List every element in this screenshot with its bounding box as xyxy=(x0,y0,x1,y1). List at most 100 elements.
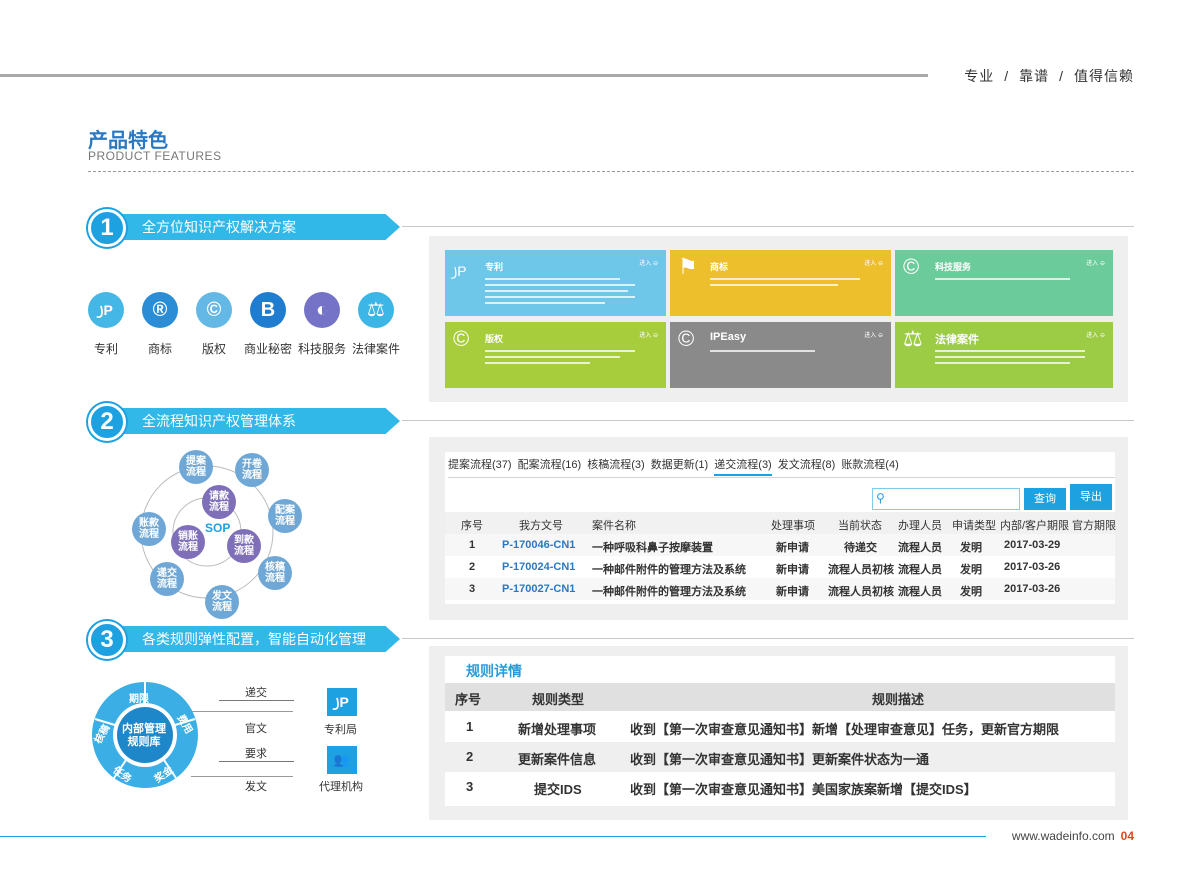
arrow-left xyxy=(191,776,293,777)
flow-node-writeoff: 销账 流程 xyxy=(171,525,205,559)
tab-divider xyxy=(448,477,1115,478)
planet-icon: ◐ xyxy=(304,292,340,328)
tile-text-lines xyxy=(935,278,1085,284)
rules-row: 1 新增处理事项 收到【第一次审查意见通知书】新增【处理审查意见】任务，更新官方… xyxy=(466,719,1060,737)
website: www.wadeinfo.com xyxy=(1011,829,1115,843)
label-official-doc: 官文 xyxy=(245,723,267,735)
registered-icon: ® xyxy=(142,292,178,328)
table-row: 3 xyxy=(469,583,476,595)
tab-data-update[interactable]: 数据更新(1) xyxy=(651,459,708,471)
section-2-rule xyxy=(402,420,1134,421)
enter-link[interactable]: 进入 ⊖ xyxy=(864,258,883,267)
tab-assign[interactable]: 配案流程(16) xyxy=(518,459,582,471)
enter-link[interactable]: 进入 ⊖ xyxy=(864,330,883,339)
slogan: 专业 / 靠谱 / 值得信赖 xyxy=(964,68,1134,84)
tab-dispatch[interactable]: 发文流程(8) xyxy=(778,459,835,471)
table-row: 2 xyxy=(469,561,476,573)
section-1-title: 全方位知识产权解决方案 xyxy=(110,214,400,240)
arrow-right xyxy=(219,761,294,762)
arrow-right xyxy=(219,700,294,701)
page-number: 04 xyxy=(1120,829,1134,843)
tab-account[interactable]: 账款流程(4) xyxy=(841,459,898,471)
search-input[interactable]: ⚲ xyxy=(872,488,1020,510)
ip-type-tech-service: ◐ 科技服务 xyxy=(292,292,352,357)
section-1-rule xyxy=(402,226,1134,227)
enter-link[interactable]: 进入 ⊖ xyxy=(1086,258,1105,267)
case-link[interactable]: P-170027-CN1 xyxy=(502,583,575,595)
tile-text-lines xyxy=(485,350,635,368)
agency-label: 代理机构 xyxy=(319,781,363,793)
label-dispatch: 发文 xyxy=(245,781,267,793)
case-link[interactable]: P-170024-CN1 xyxy=(502,561,575,573)
section-3-number: 3 xyxy=(88,621,126,659)
flow-node-proposal: 提案 流程 xyxy=(179,450,213,484)
ring-segment-deadline: 期限 xyxy=(129,694,149,705)
portal-tiles-panel: ꠸P 专利 进入 ⊖ ⚑ 商标 进入 ⊖ © 科技服务 进入 ⊖ © 版权 进入… xyxy=(429,236,1128,402)
sop-label: SOP xyxy=(205,521,231,535)
flow-node-account: 账款 流程 xyxy=(132,512,166,546)
patent-icon: ꠸P xyxy=(453,263,467,279)
ip-type-trade-secret: B 商业秘密 xyxy=(238,292,298,357)
ip-type-copyright: © 版权 xyxy=(184,292,244,357)
bottom-rule xyxy=(0,836,986,837)
case-link[interactable]: P-170046-CN1 xyxy=(502,539,575,551)
copyright-icon: © xyxy=(196,292,232,328)
ip-type-trademark: ® 商标 xyxy=(130,292,190,357)
flow-node-assign: 配案 流程 xyxy=(268,499,302,533)
patent-icon: ꠸P xyxy=(88,292,124,328)
scale-icon: ⚖ xyxy=(358,292,394,328)
enter-link[interactable]: 进入 ⊖ xyxy=(1086,330,1105,339)
scale-icon: ⚖ xyxy=(903,326,923,351)
rules-row: 3 提交IDS 收到【第一次审查意见通知书】美国家族案新增【提交IDS】 xyxy=(466,779,977,797)
tab-submit[interactable]: 递交流程(3) xyxy=(714,459,772,476)
page-subtitle: PRODUCT FEATURES xyxy=(88,149,222,163)
tile-legal-case[interactable]: ⚖ 法律案件 进入 ⊖ xyxy=(895,322,1113,388)
search-button[interactable]: 查询 xyxy=(1024,488,1066,510)
section-2-number: 2 xyxy=(88,403,126,441)
tab-proposal[interactable]: 提案流程(37) xyxy=(448,459,512,471)
label-request: 要求 xyxy=(245,748,267,760)
section-3-title: 各类规则弹性配置，智能自动化管理 xyxy=(110,626,400,652)
top-rule xyxy=(0,74,928,77)
tile-ipeasy[interactable]: © IPEasy 进入 ⊖ xyxy=(670,322,891,388)
copyright-icon: © xyxy=(453,326,470,351)
copyright-icon: © xyxy=(678,326,695,351)
arrow-left xyxy=(191,711,293,712)
section-3-rule xyxy=(402,638,1134,639)
flow-node-payment-received: 到款 流程 xyxy=(227,529,261,563)
rule-library-center: 内部管理 规则库 xyxy=(122,723,166,748)
copyright-icon: © xyxy=(903,254,920,279)
workflow-table: 序号 我方文号 案件名称 处理事项 当前状态 办理人员 申请类型 内部/客户期限… xyxy=(445,512,1116,600)
tab-review[interactable]: 核稿流程(3) xyxy=(587,459,644,471)
flow-node-dispatch: 发文 流程 xyxy=(205,585,239,619)
tile-patent[interactable]: ꠸P 专利 进入 ⊖ xyxy=(445,250,666,316)
patent-office-label: 专利局 xyxy=(324,724,357,736)
flow-node-review: 核稿 流程 xyxy=(258,556,292,590)
tile-tech-service[interactable]: © 科技服务 进入 ⊖ xyxy=(895,250,1113,316)
tile-text-lines xyxy=(710,350,860,356)
ip-type-legal-case: ⚖ 法律案件 xyxy=(346,292,406,357)
footer: www.wadeinfo.com 04 xyxy=(1012,829,1134,843)
tile-text-lines xyxy=(485,278,635,308)
tile-text-lines xyxy=(710,278,860,290)
enter-link[interactable]: 进入 ⊖ xyxy=(639,258,658,267)
tile-trademark[interactable]: ⚑ 商标 进入 ⊖ xyxy=(670,250,891,316)
dashed-divider xyxy=(88,171,1134,172)
flow-node-open: 开卷 流程 xyxy=(235,453,269,487)
section-1-number: 1 xyxy=(88,209,126,247)
section-2-title: 全流程知识产权管理体系 xyxy=(110,408,400,434)
table-row: 1 xyxy=(469,539,476,551)
flow-node-request-payment: 请款 流程 xyxy=(202,485,236,519)
export-button[interactable]: 导出 xyxy=(1070,484,1112,510)
rules-title: 规则详情 xyxy=(466,663,522,679)
search-icon: ⚲ xyxy=(876,491,885,505)
tile-text-lines xyxy=(935,350,1085,368)
agency-icon: 👥 xyxy=(327,746,357,774)
enter-link[interactable]: 进入 ⊖ xyxy=(639,330,658,339)
label-submit: 递交 xyxy=(245,687,267,699)
workflow-tabs: 提案流程(37) 配案流程(16) 核稿流程(3) 数据更新(1) 递交流程(3… xyxy=(448,456,902,476)
ip-type-patent: ꠸P 专利 xyxy=(76,292,136,357)
tile-copyright[interactable]: © 版权 进入 ⊖ xyxy=(445,322,666,388)
rules-row: 2 更新案件信息 收到【第一次审查意见通知书】更新案件状态为一通 xyxy=(445,742,1115,772)
secret-icon: B xyxy=(250,292,286,328)
